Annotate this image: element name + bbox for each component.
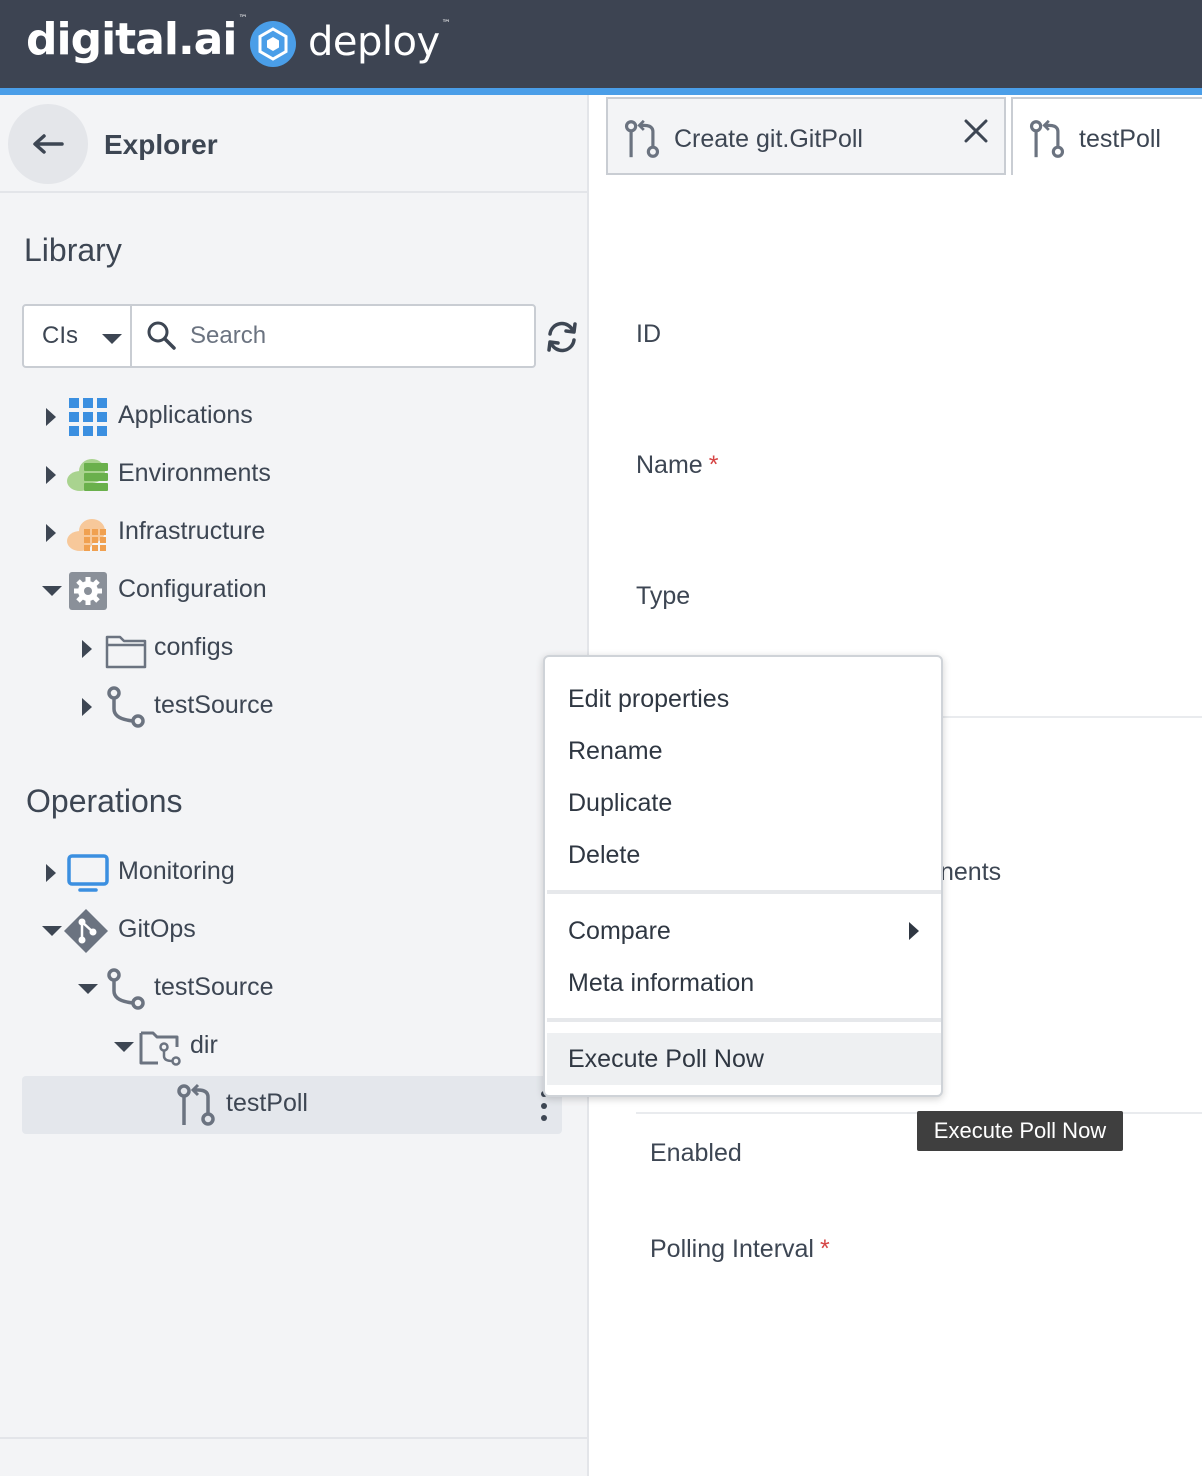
tree-label: Configuration <box>118 575 267 603</box>
tree-label: testSource <box>154 691 274 719</box>
tree-label: Environments <box>118 459 271 487</box>
git-poll-icon <box>1029 119 1065 158</box>
submenu-arrow-icon <box>909 922 919 940</box>
product-name: deploy ™ <box>308 19 451 65</box>
explorer-sidebar: Explorer Library CIs Applications <box>0 95 589 1476</box>
sidebar-footer-divider <box>0 1437 587 1439</box>
menu-item-meta-information[interactable]: Meta information <box>547 958 941 1008</box>
collapse-caret-icon[interactable] <box>42 586 62 596</box>
expand-caret-icon[interactable] <box>82 640 92 658</box>
editor-tabstrip: Create git.GitPoll testPoll <box>606 95 1202 177</box>
tree-item-monitoring[interactable]: Monitoring <box>0 847 560 899</box>
tree-item-testsource-gitops[interactable]: testSource <box>0 963 560 1015</box>
ci-type-value: CIs <box>42 322 78 349</box>
partial-field-label: nents <box>940 858 1002 886</box>
expand-caret-icon[interactable] <box>46 466 56 484</box>
type-label: Type <box>636 582 691 610</box>
tab-label: Create git.GitPoll <box>674 125 863 153</box>
expand-caret-icon[interactable] <box>46 524 56 542</box>
expand-caret-icon[interactable] <box>46 864 56 882</box>
brand-logo: digital.ai ™ <box>26 14 247 65</box>
ci-type-select[interactable]: CIs <box>24 306 132 366</box>
tree-item-configuration[interactable]: Configuration <box>0 565 560 617</box>
git-diamond-icon <box>64 909 108 953</box>
collapse-caret-icon[interactable] <box>78 984 98 994</box>
expand-caret-icon[interactable] <box>82 698 92 716</box>
library-search-bar: CIs <box>22 304 536 368</box>
tab-create-gitpoll[interactable]: Create git.GitPoll <box>606 97 1006 175</box>
tab-testpoll[interactable]: testPoll <box>1011 97 1202 175</box>
id-label: ID <box>636 320 661 348</box>
explorer-header: Explorer <box>0 95 587 193</box>
tree-item-applications[interactable]: Applications <box>0 391 560 443</box>
tab-label: testPoll <box>1079 125 1161 153</box>
back-arrow-icon <box>33 134 64 154</box>
tree-item-environments[interactable]: Environments <box>0 449 560 501</box>
enabled-label: Enabled <box>650 1139 742 1167</box>
git-source-icon <box>107 686 145 728</box>
tree-item-configs[interactable]: configs <box>0 623 560 675</box>
tree-label: Monitoring <box>118 857 235 885</box>
menu-item-execute-poll-now[interactable]: Execute Poll Now <box>547 1033 941 1085</box>
tree-item-dir[interactable]: dir <box>0 1021 560 1073</box>
menu-item-compare[interactable]: Compare <box>547 906 941 956</box>
library-title: Library <box>24 232 122 268</box>
search-input[interactable] <box>190 316 520 356</box>
menu-item-delete[interactable]: Delete <box>547 830 941 880</box>
explorer-title: Explorer <box>104 129 218 160</box>
back-button[interactable] <box>8 104 88 184</box>
monitor-icon <box>67 854 109 892</box>
operations-title: Operations <box>26 783 183 819</box>
configuration-gear-icon <box>69 572 107 610</box>
menu-separator <box>547 1018 941 1022</box>
infrastructure-cloud-icon <box>67 519 106 551</box>
tree-label: configs <box>154 633 234 661</box>
tree-label: Applications <box>118 401 253 429</box>
git-poll-icon <box>624 119 660 158</box>
tooltip: Execute Poll Now <box>917 1111 1123 1151</box>
tree-label: Infrastructure <box>118 517 266 545</box>
git-folder-icon <box>139 1031 181 1066</box>
deploy-logo-icon <box>250 21 296 67</box>
menu-item-duplicate[interactable]: Duplicate <box>547 778 941 828</box>
menu-separator <box>547 890 941 894</box>
header-accent-line <box>0 88 1202 95</box>
refresh-icon[interactable] <box>544 319 580 355</box>
polling-interval-label: Polling Interval * <box>650 1235 830 1263</box>
brand-trademark: ™ <box>238 14 247 24</box>
folder-icon <box>105 635 147 669</box>
context-menu: Edit properties Rename Duplicate Delete … <box>543 655 943 1097</box>
git-poll-icon <box>177 1083 215 1126</box>
collapse-caret-icon[interactable] <box>114 1042 134 1052</box>
expand-caret-icon[interactable] <box>46 408 56 426</box>
tree-label: GitOps <box>118 915 196 943</box>
tree-item-infrastructure[interactable]: Infrastructure <box>0 507 560 559</box>
required-marker: * <box>708 451 719 479</box>
git-source-icon <box>107 968 145 1010</box>
close-icon[interactable] <box>962 117 990 145</box>
form-divider <box>943 716 1202 718</box>
tree-item-testpoll[interactable]: testPoll <box>0 1079 520 1131</box>
environments-cloud-icon <box>67 459 108 491</box>
tree-label: testPoll <box>226 1089 308 1117</box>
product-trademark: ™ <box>441 19 451 29</box>
tree-item-gitops[interactable]: GitOps <box>0 905 560 957</box>
tree-item-testsource-library[interactable]: testSource <box>0 681 560 733</box>
collapse-caret-icon[interactable] <box>42 926 62 936</box>
applications-grid-icon <box>69 398 107 436</box>
required-marker: * <box>819 1235 830 1263</box>
menu-item-rename[interactable]: Rename <box>547 726 941 776</box>
name-label: Name * <box>636 451 719 479</box>
tree-label: testSource <box>154 973 274 1001</box>
chevron-down-icon <box>102 334 122 344</box>
top-bar: digital.ai ™ deploy ™ <box>0 0 1202 90</box>
menu-item-edit-properties[interactable]: Edit properties <box>547 674 941 724</box>
search-icon <box>147 321 176 350</box>
tree-label: dir <box>190 1031 218 1059</box>
